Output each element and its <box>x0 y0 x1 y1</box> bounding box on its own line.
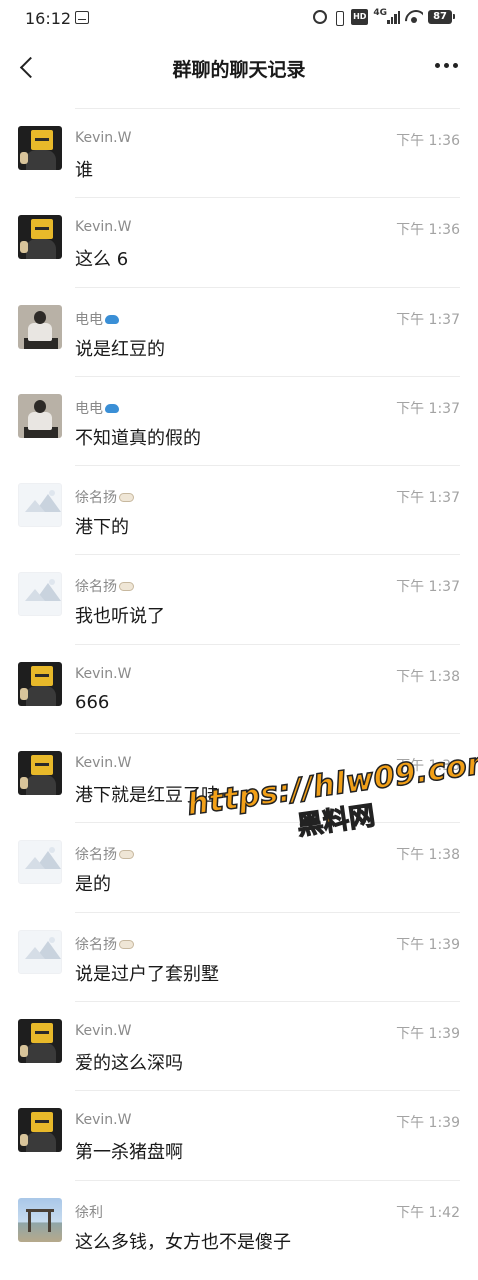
list-item[interactable]: 徐名扬 下午 1:37 港下的 <box>18 466 460 556</box>
vibrate-icon <box>332 10 346 26</box>
avatar[interactable] <box>18 751 62 796</box>
sheep-emoji-icon <box>119 850 134 860</box>
list-item[interactable]: Kevin.W 下午 1:36 谁 <box>18 109 460 199</box>
sender-name: Kevin.W <box>75 1112 132 1129</box>
message-text: 谁 <box>75 160 93 181</box>
sheep-emoji-icon <box>119 493 134 503</box>
list-item[interactable]: 电电 下午 1:37 不知道真的假的 <box>18 377 460 467</box>
message-time: 下午 1:36 <box>396 222 460 239</box>
sender-name: 徐名扬 <box>75 576 134 596</box>
sender-name: Kevin.W <box>75 219 132 236</box>
sheep-emoji-icon <box>119 582 134 592</box>
avatar[interactable] <box>18 393 62 438</box>
avatar[interactable] <box>18 661 62 706</box>
list-item[interactable]: Kevin.W 下午 1:36 这么 6 <box>18 198 460 288</box>
message-time: 下午 1:42 <box>396 1204 460 1221</box>
avatar[interactable] <box>18 1197 62 1242</box>
message-time: 下午 1:37 <box>396 490 460 507</box>
message-text: 说是红豆的 <box>75 338 165 360</box>
message-text: 第一杀猪盘啊 <box>75 1142 183 1164</box>
sender-name-text: 电电 <box>75 311 103 328</box>
list-item[interactable]: 徐名扬 下午 1:37 我也听说了 <box>18 555 460 645</box>
avatar[interactable] <box>18 304 62 349</box>
message-time: 下午 1:39 <box>396 1115 460 1132</box>
list-item[interactable]: 电电 下午 1:37 说是红豆的 <box>18 288 460 377</box>
message-text: 这么 6 <box>75 249 129 271</box>
message-text: 爱的这么深吗 <box>75 1052 183 1074</box>
message-text: 是的 <box>75 874 111 896</box>
status-time: 16:12 <box>25 9 72 28</box>
alarm-icon <box>313 10 328 24</box>
message-text: 港下的 <box>75 517 129 539</box>
sender-name: Kevin.W <box>75 665 132 682</box>
whale-emoji-icon <box>105 314 119 324</box>
sender-name-text: 电电 <box>75 400 103 417</box>
status-bar: 16:12 HD 4G 87 <box>0 0 478 38</box>
message-time: 下午 1:38 <box>396 668 460 685</box>
sender-name: 徐利 <box>75 1204 103 1221</box>
message-text: 666 <box>75 691 110 713</box>
avatar[interactable] <box>18 1108 62 1153</box>
sender-name-text: 徐名扬 <box>75 490 117 507</box>
avatar[interactable] <box>18 572 62 617</box>
chat-record-list: Kevin.W 下午 1:36 谁 Kevin.W 下午 1:36 这么 6 电… <box>0 109 478 1270</box>
avatar[interactable] <box>18 483 62 528</box>
list-item[interactable]: 徐利 下午 1:42 这么多钱，女方也不是傻子 <box>18 1181 460 1270</box>
gallery-notification-icon <box>75 11 89 24</box>
sender-name: 徐名扬 <box>75 487 134 507</box>
network-type: 4G <box>373 8 388 18</box>
message-text: 不知道真的假的 <box>75 427 201 449</box>
sender-name: Kevin.W <box>75 1022 132 1039</box>
wifi-icon <box>405 10 423 24</box>
sender-name: Kevin.W <box>75 755 132 772</box>
message-time: 下午 1:37 <box>396 400 460 417</box>
sender-name-text: 徐名扬 <box>75 579 117 596</box>
list-item[interactable]: Kevin.W 下午 1:39 第一杀猪盘啊 <box>18 1091 460 1181</box>
hd-icon: HD <box>351 9 369 25</box>
navigation-bar: 群聊的聊天记录 <box>0 38 478 96</box>
message-time: 下午 1:37 <box>396 311 460 328</box>
sender-name-text: 徐名扬 <box>75 847 117 864</box>
avatar[interactable] <box>18 215 62 260</box>
whale-emoji-icon <box>105 403 119 413</box>
sender-name: 徐名扬 <box>75 934 134 954</box>
more-options-icon[interactable] <box>435 63 458 68</box>
avatar[interactable] <box>18 126 62 170</box>
message-text: 说是过户了套别墅 <box>75 963 219 985</box>
sender-name-text: 徐名扬 <box>75 936 117 953</box>
cellular-signal-icon: 4G <box>373 8 401 25</box>
message-time: 下午 1:39 <box>396 1025 460 1042</box>
message-time: 下午 1:36 <box>396 133 460 149</box>
sender-name: Kevin.W <box>75 130 132 146</box>
status-icons: HD 4G 87 <box>313 8 455 26</box>
message-time: 下午 1:38 <box>396 847 460 864</box>
message-text: 这么多钱，女方也不是傻子 <box>75 1231 291 1253</box>
page-title: 群聊的聊天记录 <box>172 59 306 81</box>
sender-name: 电电 <box>75 309 119 329</box>
sheep-emoji-icon <box>119 939 134 949</box>
list-item[interactable]: Kevin.W 下午 1:39 爱的这么深吗 <box>18 1002 460 1092</box>
list-item[interactable]: 徐名扬 下午 1:39 说是过户了套别墅 <box>18 913 460 1002</box>
avatar[interactable] <box>18 1018 62 1063</box>
message-time: 下午 1:39 <box>396 936 460 953</box>
avatar[interactable] <box>18 929 62 974</box>
list-item[interactable]: Kevin.W 下午 1:38 666 <box>18 645 460 735</box>
message-text: 我也听说了 <box>75 606 165 628</box>
battery-indicator: 87 <box>428 10 455 24</box>
sender-name: 徐名扬 <box>75 844 134 864</box>
message-time: 下午 1:37 <box>396 579 460 596</box>
avatar[interactable] <box>18 840 62 885</box>
sender-name: 电电 <box>75 398 119 418</box>
